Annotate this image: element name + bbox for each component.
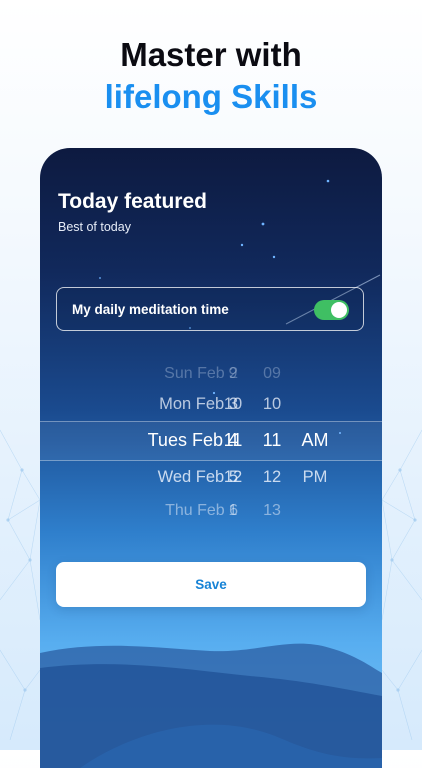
picker-date-selected[interactable]: Tues Feb 4 [40,428,238,452]
picker-hour[interactable]: 9 [220,362,246,386]
picker-hour[interactable]: 10 [220,392,246,416]
meditation-time-label: My daily meditation time [72,302,229,317]
headline-line-2: lifelong Skills [104,78,318,115]
picker-row[interactable]: Thu Feb 6 1 13 [40,499,382,523]
picker-date[interactable]: Sun Feb 2 [40,362,238,386]
picker-date[interactable]: Mon Feb 3 [40,392,238,416]
phone-screen: Today featured Best of today My daily me… [40,148,382,768]
picker-date[interactable]: Thu Feb 6 [40,499,238,523]
picker-hour[interactable]: 1 [220,499,246,523]
featured-subtitle: Best of today [58,220,131,234]
picker-row[interactable]: Wed Feb 5 12 12 PM [40,465,382,489]
picker-ampm-selected[interactable]: AM [295,428,335,452]
meditation-time-row[interactable]: My daily meditation time [56,287,364,331]
picker-row[interactable]: Sun Feb 2 9 09 [40,362,382,386]
toggle-knob [331,302,347,318]
picker-minute-selected[interactable]: 11 [257,428,287,452]
picker-date[interactable]: Wed Feb 5 [40,465,238,489]
picker-minute[interactable]: 09 [257,362,287,386]
picker-ampm[interactable]: PM [295,465,335,489]
save-button[interactable]: Save [56,562,366,607]
headline-line-1: Master with [120,36,302,73]
picker-hour-selected[interactable]: 11 [220,428,246,452]
picker-row[interactable]: Mon Feb 3 10 10 [40,392,382,416]
featured-title: Today featured [58,190,207,213]
picker-minute[interactable]: 10 [257,392,287,416]
meditation-toggle-switch[interactable] [314,300,349,320]
headline: Master with lifelong Skills [0,34,422,118]
picker-minute[interactable]: 13 [257,499,287,523]
picker-row-selected[interactable]: Tues Feb 4 11 11 AM [40,428,382,452]
picker-minute[interactable]: 12 [257,465,287,489]
picker-hour[interactable]: 12 [220,465,246,489]
